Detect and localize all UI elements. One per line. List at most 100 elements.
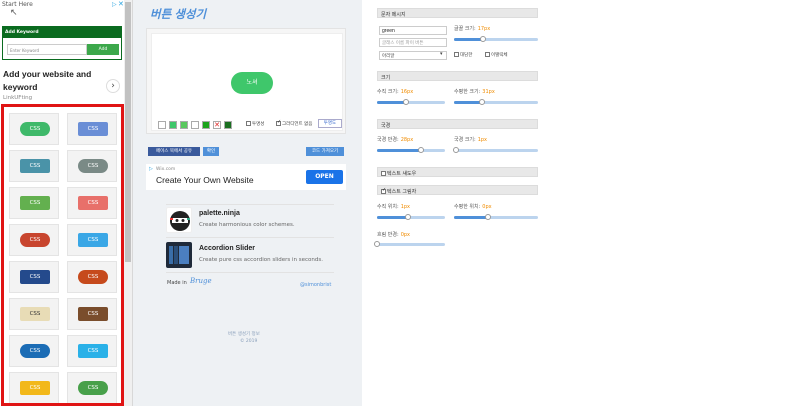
gallery-button-sample[interactable]: CSS (20, 307, 50, 321)
ad-info-icon[interactable]: ▷ (149, 166, 153, 172)
checkbox-icon[interactable] (485, 52, 490, 57)
gallery-button-sample[interactable]: CSS (78, 270, 108, 284)
ad-headline[interactable]: Add your website and keyword (3, 68, 103, 94)
gallery-button-sample[interactable]: CSS (78, 381, 108, 395)
gallery-button-sample[interactable]: CSS (78, 233, 108, 247)
font-size-slider[interactable] (454, 36, 538, 42)
no-gradient-checkbox[interactable]: 그라디언트 없음 (276, 119, 312, 127)
gallery-tile[interactable]: CSS (67, 113, 117, 145)
color-swatch[interactable] (202, 121, 210, 129)
ad-keyword-input[interactable]: Enter Keyword (7, 44, 87, 55)
slider-knob[interactable] (374, 241, 380, 247)
gallery-button-sample[interactable]: CSS (20, 196, 50, 210)
demo-button[interactable]: 노셔 (231, 72, 273, 94)
vertical-size-slider[interactable] (377, 99, 445, 105)
checkbox-icon[interactable] (381, 171, 386, 176)
checkbox-icon[interactable] (454, 52, 459, 57)
gallery-tile[interactable]: CSS (9, 261, 59, 293)
box-shadow-label: 텍스트 그림자 (387, 189, 417, 195)
font-size-value: 17px (477, 26, 491, 32)
bold-checkbox[interactable]: 대담한 (454, 52, 472, 58)
ok-button[interactable]: 확인 (203, 147, 219, 156)
font-size-text: 글꼴 크기: (454, 26, 476, 32)
color-swatch[interactable] (180, 121, 188, 129)
gallery-tile[interactable]: CSS (9, 187, 59, 219)
gallery-tile[interactable]: CSS (67, 298, 117, 330)
gallery-button-sample[interactable]: CSS (20, 233, 50, 247)
gallery-button-sample[interactable]: CSS (78, 344, 108, 358)
wix-ad[interactable]: ▷ Wix.com Create Your Own Website OPEN (146, 164, 346, 190)
ad-banner[interactable]: Start Here ↖ ▷ ✕ Add Keyword Enter Keywo… (0, 0, 124, 66)
border-radius-slider[interactable] (377, 147, 445, 153)
transparent-checkbox[interactable]: 투명성 (246, 121, 264, 127)
slider-knob[interactable] (452, 147, 459, 153)
class-name-input[interactable]: 글래스 이름 파이 버튼 (379, 38, 447, 47)
horizontal-size-value: 31px (482, 89, 495, 95)
font-select[interactable]: 아리알 (379, 51, 447, 60)
slider-knob[interactable] (478, 99, 485, 105)
shadow-vertical-slider[interactable] (377, 214, 445, 220)
blur-radius-label: 흐림 반경: 0px (377, 231, 410, 238)
gallery-button-sample[interactable]: CSS (20, 344, 50, 358)
related-title[interactable]: palette.ninja (199, 210, 240, 217)
gallery-button-sample[interactable]: CSS (20, 159, 50, 173)
divider (166, 237, 334, 238)
related-item-accordion-slider[interactable]: Accordion Slider Create pure css accordi… (166, 242, 334, 270)
gallery-tile[interactable]: CSS (67, 335, 117, 367)
checkbox-checked-icon[interactable] (381, 187, 386, 194)
gallery-tile[interactable]: CSS (9, 150, 59, 182)
no-color-swatch[interactable]: ✕ (213, 121, 221, 129)
ad-choices-icon[interactable]: ▷ (112, 1, 117, 8)
checkbox-checked-icon[interactable] (276, 119, 281, 126)
ad-open-button[interactable]: OPEN (306, 170, 343, 184)
horizontal-size-slider[interactable] (454, 99, 538, 105)
sidebar-scroll-thumb[interactable] (125, 2, 131, 262)
gallery-tile[interactable]: CSS (67, 224, 117, 256)
bruge-logo[interactable]: Bruge (190, 277, 212, 285)
chevron-right-icon[interactable]: › (106, 79, 120, 93)
border-width-slider[interactable] (452, 147, 538, 153)
color-swatch[interactable] (224, 121, 232, 129)
gallery-button-sample[interactable]: CSS (78, 159, 108, 173)
ad-add-button[interactable]: Add (87, 44, 119, 55)
shadow-horizontal-slider[interactable] (454, 214, 538, 220)
gallery-tile[interactable]: CSS (9, 335, 59, 367)
gallery-tile[interactable]: CSS (67, 150, 117, 182)
section-text-shadow[interactable]: 텍스트 섀도우 (377, 167, 538, 177)
gallery-tile[interactable]: CSS (9, 224, 59, 256)
gallery-tile[interactable]: CSS (9, 113, 59, 145)
get-code-button[interactable]: 코드 가져오기 (306, 147, 344, 156)
ad-brand: LinkUFting (3, 95, 33, 101)
close-icon[interactable]: ✕ (118, 0, 124, 8)
checkbox-icon[interactable] (246, 121, 251, 126)
related-item-palette-ninja[interactable]: palette.ninja Create harmonious color sc… (166, 207, 334, 235)
facebook-share-button[interactable]: 페이스 북에서 공유 (148, 147, 200, 156)
related-title[interactable]: Accordion Slider (199, 245, 255, 252)
gallery-tile[interactable]: CSS (9, 298, 59, 330)
gallery-button-sample[interactable]: CSS (78, 307, 108, 321)
slider-knob[interactable] (402, 99, 409, 105)
gallery-tile[interactable]: CSS (9, 372, 59, 403)
footer-about-link[interactable]: 버튼 생성기 정보 (228, 331, 260, 337)
color-swatch[interactable] (191, 121, 199, 129)
gallery-button-sample[interactable]: CSS (78, 196, 108, 210)
gallery-tile[interactable]: CSS (67, 261, 117, 293)
transparency-button[interactable]: 투명도 (318, 119, 342, 128)
color-swatch[interactable] (158, 121, 166, 129)
button-text-input[interactable] (379, 26, 447, 35)
section-box-shadow[interactable]: 텍스트 그림자 (377, 185, 538, 195)
vertical-size-label: 수직 크기: 16px (377, 88, 413, 95)
italic-checkbox[interactable]: 이탤릭체 (485, 52, 508, 58)
chevron-down-icon[interactable]: ▾ (440, 51, 443, 57)
footer-copyright: © 2019 (240, 339, 258, 344)
author-handle[interactable]: @simonbrist (300, 282, 331, 288)
color-swatch[interactable] (169, 121, 177, 129)
gallery-button-sample[interactable]: CSS (20, 122, 50, 136)
ad-text[interactable]: Create Your Own Website (156, 175, 254, 185)
gallery-tile[interactable]: CSS (67, 187, 117, 219)
blur-radius-slider[interactable] (374, 241, 445, 247)
gallery-button-sample[interactable]: CSS (78, 122, 108, 136)
gallery-tile[interactable]: CSS (67, 372, 117, 403)
gallery-button-sample[interactable]: CSS (20, 270, 50, 284)
gallery-button-sample[interactable]: CSS (20, 381, 50, 395)
